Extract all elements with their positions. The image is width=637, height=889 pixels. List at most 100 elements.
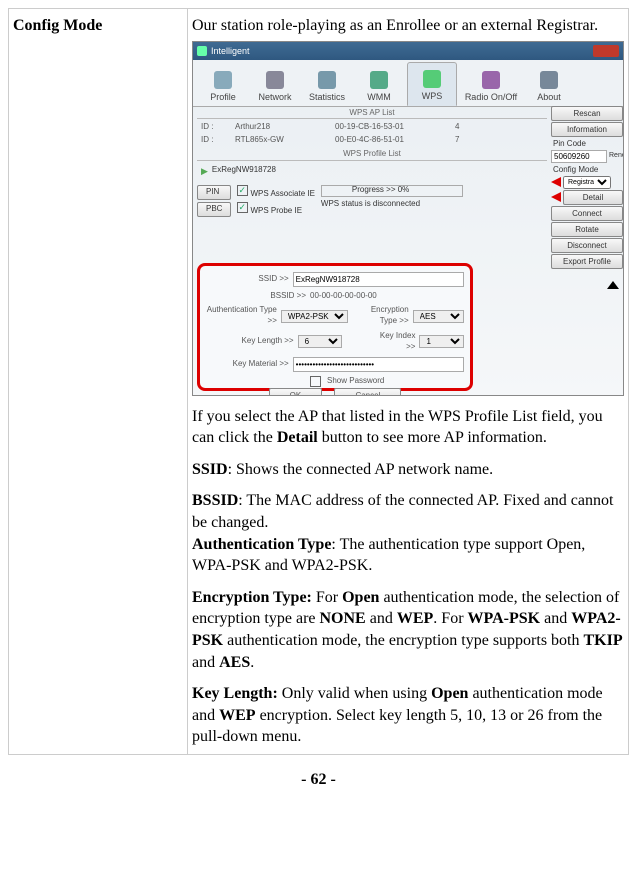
tab-wmm[interactable]: WMM (355, 62, 403, 106)
tab-profile[interactable]: Profile (199, 62, 247, 106)
disconnect-button[interactable]: Disconnect (551, 238, 623, 253)
network-icon (266, 71, 284, 89)
keylen-label: Key Length >> (206, 336, 294, 347)
detail-form-frame: SSID >> BSSID >> 00-00-00-00-00-00 Authe… (197, 263, 473, 391)
pincode-label: Pin Code (551, 138, 623, 149)
app-screenshot: Intelligent Profile Network Statistics W… (192, 41, 624, 396)
rescan-button[interactable]: Rescan (551, 106, 623, 121)
text: For (312, 589, 342, 606)
ap-ch: 4 (455, 122, 475, 133)
bold: NONE (320, 610, 366, 627)
tab-radio[interactable]: Radio On/Off (461, 62, 521, 106)
text: authentication mode, the encryption type… (223, 632, 583, 649)
keymat-input[interactable] (293, 357, 464, 372)
bold: Open (431, 685, 468, 702)
bold: TKIP (584, 632, 623, 649)
wps-probe-check[interactable]: WPS Probe IE (237, 202, 314, 217)
tab-label: WPS (422, 90, 443, 102)
wps-ap-list-title: WPS AP List (197, 108, 547, 120)
collapse-icon[interactable] (607, 272, 619, 289)
text: : Shows the connected AP network name. (228, 461, 494, 478)
checkbox-icon (237, 202, 248, 213)
pbc-button[interactable]: PBC (197, 202, 231, 217)
text: button to see more AP information. (318, 429, 547, 446)
ok-button[interactable]: OK (269, 388, 323, 396)
ap-row[interactable]: ID : RTL865x-GW 00-E0-4C-86-51-01 7 (197, 134, 547, 147)
auth-label: Authentication Type >> (206, 305, 277, 327)
export-button[interactable]: Export Profile (551, 254, 623, 269)
keylen-term: Key Length: (192, 685, 278, 702)
progress-bar: Progress >> 0% (321, 185, 463, 197)
bold: WEP (219, 707, 255, 724)
tab-label: Profile (210, 91, 236, 103)
ap-name: RTL865x-GW (235, 135, 325, 146)
radio-icon (482, 71, 500, 89)
keylen-para: Key Length: Only valid when using Open a… (192, 683, 624, 748)
ap-name: Arthur218 (235, 122, 325, 133)
keyidx-label: Key Index >> (374, 331, 415, 353)
ap-mac: 00-19-CB-16-53-01 (335, 122, 445, 133)
wmm-icon (370, 71, 388, 89)
page-number: - 62 - (8, 769, 629, 791)
profile-row[interactable]: ▶ ExRegNW918728 (197, 163, 547, 179)
ssid-label: SSID >> (206, 274, 289, 285)
configmode-select[interactable]: Registrar (563, 176, 611, 189)
side-buttons: Rescan Information Pin Code Renew Config… (551, 104, 623, 395)
rotate-button[interactable]: Rotate (551, 222, 623, 237)
checkbox-icon[interactable] (310, 376, 321, 387)
showpw-label: Show Password (327, 376, 384, 387)
pin-button[interactable]: PIN (197, 185, 231, 200)
center-panel: WPS AP List ID : Arthur218 00-19-CB-16-5… (193, 104, 551, 395)
wps-icon (423, 70, 441, 88)
tab-network[interactable]: Network (251, 62, 299, 106)
enc-select[interactable]: AES (413, 310, 464, 323)
enc-para: Encryption Type: For Open authentication… (192, 587, 624, 673)
tab-statistics[interactable]: Statistics (303, 62, 351, 106)
red-arrow-left-icon (551, 177, 561, 187)
intro-text: Our station role-playing as an Enrollee … (192, 15, 624, 37)
detail-button[interactable]: Detail (563, 190, 623, 205)
text: . For (433, 610, 467, 627)
keylen-select[interactable]: 6 (298, 335, 343, 348)
wps-assoc-check[interactable]: WPS Associate IE (237, 185, 314, 200)
cancel-button[interactable]: Cancel (334, 388, 401, 396)
tab-about[interactable]: About (525, 62, 573, 106)
ap-row[interactable]: ID : Arthur218 00-19-CB-16-53-01 4 (197, 121, 547, 134)
text: : The MAC address of the connected AP. F… (192, 492, 613, 531)
tab-label: About (537, 91, 561, 103)
tab-bar: Profile Network Statistics WMM WPS Radio… (193, 60, 623, 107)
pincode-input[interactable] (551, 150, 607, 163)
check-label: WPS Probe IE (250, 206, 302, 215)
ap-mac: 00-E0-4C-86-51-01 (335, 135, 445, 146)
information-button[interactable]: Information (551, 122, 623, 137)
ap-id: ID : (201, 122, 225, 133)
tab-label: Statistics (309, 91, 345, 103)
right-content-cell: Our station role-playing as an Enrollee … (188, 9, 629, 755)
keymat-label: Key Material >> (206, 359, 289, 370)
ap-ch: 7 (455, 135, 475, 146)
configmode-label: Config Mode (551, 164, 623, 175)
auth-para: Authentication Type: The authentication … (192, 534, 624, 577)
tab-label: Network (258, 91, 291, 103)
renew-button[interactable]: Renew (609, 151, 624, 160)
content-table: Config Mode Our station role-playing as … (8, 8, 629, 755)
enc-term: Encryption Type: (192, 589, 312, 606)
detail-word: Detail (277, 429, 318, 446)
tab-label: Radio On/Off (465, 91, 517, 103)
tab-wps[interactable]: WPS (407, 62, 457, 106)
about-icon (540, 71, 558, 89)
left-header-cell: Config Mode (9, 9, 188, 755)
tab-label: WMM (367, 91, 391, 103)
auth-select[interactable]: WPA2-PSK (281, 310, 348, 323)
text: and (192, 654, 219, 671)
bold: WPA-PSK (468, 610, 541, 627)
ssid-input[interactable] (293, 272, 464, 287)
keyidx-select[interactable]: 1 (419, 335, 464, 348)
chevron-right-icon: ▶ (201, 165, 208, 177)
statistics-icon (318, 71, 336, 89)
close-icon[interactable] (593, 45, 619, 57)
auth-term: Authentication Type (192, 536, 331, 553)
bssid-para: BSSID: The MAC address of the connected … (192, 490, 624, 533)
wps-profile-list-title: WPS Profile List (197, 149, 547, 161)
connect-button[interactable]: Connect (551, 206, 623, 221)
